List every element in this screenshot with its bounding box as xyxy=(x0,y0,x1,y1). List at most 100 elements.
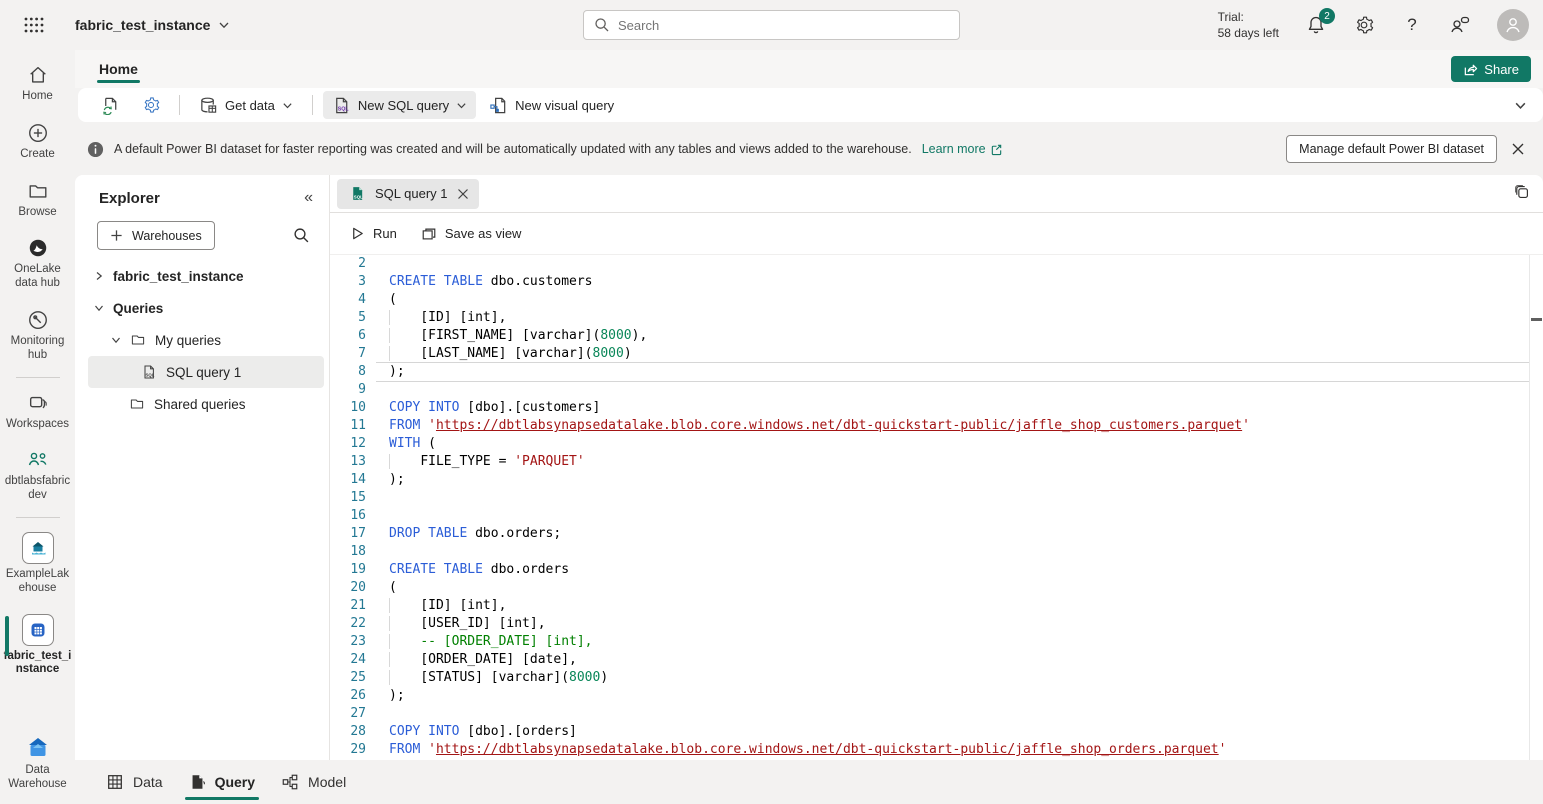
nav-monitoring-hub[interactable]: Monitoring hub xyxy=(2,303,74,369)
waffle-icon xyxy=(24,17,44,33)
code-line[interactable]: 16 xyxy=(330,507,1529,525)
settings-button[interactable] xyxy=(1353,14,1375,36)
code-line[interactable]: 28COPY INTO [dbo].[orders] xyxy=(330,723,1529,741)
code-line[interactable]: 25 [STATUS] [varchar](8000) xyxy=(330,669,1529,687)
trial-status[interactable]: Trial: 58 days left xyxy=(1218,9,1279,41)
help-button[interactable]: ? xyxy=(1401,14,1423,36)
code-line[interactable]: 24 [ORDER_DATE] [date], xyxy=(330,651,1529,669)
line-number: 26 xyxy=(330,687,376,705)
new-sql-query-label: New SQL query xyxy=(358,98,449,113)
run-button[interactable]: Run xyxy=(340,219,407,249)
nav-item-examplelakehouse[interactable]: ExampleLakehouse xyxy=(2,526,74,602)
code-line[interactable]: 8); xyxy=(330,363,1529,381)
close-tab-icon[interactable] xyxy=(457,188,469,200)
manage-default-dataset-button[interactable]: Manage default Power BI dataset xyxy=(1286,135,1497,163)
ribbon-collapse-chevron-icon[interactable] xyxy=(1514,99,1527,112)
code-line[interactable]: 2 xyxy=(330,255,1529,273)
code-line[interactable]: 18 xyxy=(330,543,1529,561)
code-line[interactable]: 7 [LAST_NAME] [varchar](8000) xyxy=(330,345,1529,363)
tree-item-sql-query-1[interactable]: SQL SQL query 1 xyxy=(88,356,324,388)
code-line[interactable]: 4( xyxy=(330,291,1529,309)
global-search[interactable] xyxy=(583,10,960,40)
feedback-button[interactable] xyxy=(1449,14,1471,36)
get-data-button[interactable]: Get data xyxy=(190,91,302,119)
nav-data-warehouse-app[interactable]: Data Warehouse xyxy=(2,730,74,798)
data-warehouse-icon xyxy=(25,736,51,760)
code-line[interactable]: 11FROM 'https://dbtlabsynapsedatalake.bl… xyxy=(330,417,1529,435)
copy-query-button[interactable] xyxy=(1513,183,1531,204)
nav-workspace-dbtlabsfabricdev[interactable]: dbtlabsfabricdev xyxy=(2,443,74,509)
nav-browse-label: Browse xyxy=(18,206,56,220)
home-icon xyxy=(27,64,49,86)
explorer-tree: fabric_test_instance Queries My queries … xyxy=(75,260,329,420)
workspace-switcher[interactable]: fabric_test_instance xyxy=(75,17,230,33)
ribbon-tab-home[interactable]: Home xyxy=(97,55,140,83)
svg-text:SQL: SQL xyxy=(145,372,154,377)
learn-more-link[interactable]: Learn more xyxy=(922,142,1003,156)
code-line[interactable]: 9 xyxy=(330,381,1529,399)
nav-home[interactable]: Home xyxy=(2,58,74,110)
nav-browse[interactable]: Browse xyxy=(2,174,74,226)
tab-sql-query-1[interactable]: SQL SQL query 1 xyxy=(337,179,479,209)
code-line[interactable]: 26); xyxy=(330,687,1529,705)
notifications-button[interactable]: 2 xyxy=(1305,14,1327,36)
chevron-down-icon xyxy=(218,19,230,31)
query-document-icon xyxy=(189,773,206,791)
share-button[interactable]: Share xyxy=(1451,56,1531,82)
code-line[interactable]: 13 FILE_TYPE = 'PARQUET' xyxy=(330,453,1529,471)
warehouses-label: Warehouses xyxy=(132,229,202,243)
save-as-view-button[interactable]: Save as view xyxy=(411,219,532,249)
code-line[interactable]: 5 [ID] [int], xyxy=(330,309,1529,327)
search-input[interactable] xyxy=(618,18,949,33)
plus-icon xyxy=(110,229,123,242)
tab-model[interactable]: Model xyxy=(275,760,352,804)
tree-item-shared-queries[interactable]: Shared queries xyxy=(75,388,329,420)
editor-overview-ruler[interactable] xyxy=(1529,255,1543,760)
nav-onelake-data-hub[interactable]: OneLake data hub xyxy=(2,231,74,297)
banner-message: A default Power BI dataset for faster re… xyxy=(114,142,912,156)
nav-item-fabric-test-instance[interactable]: fabric_test_instance xyxy=(2,608,74,684)
tab-data[interactable]: Data xyxy=(100,760,169,804)
code-line[interactable]: 14); xyxy=(330,471,1529,489)
code-line[interactable]: 10COPY INTO [dbo].[customers] xyxy=(330,399,1529,417)
settings-toolbar-button[interactable] xyxy=(133,91,169,119)
line-number: 14 xyxy=(330,471,376,489)
code-text xyxy=(376,507,1529,525)
code-line[interactable]: 17DROP TABLE dbo.orders; xyxy=(330,525,1529,543)
external-link-icon xyxy=(990,143,1003,156)
new-visual-query-button[interactable]: New visual query xyxy=(480,91,623,119)
tree-item-queries[interactable]: Queries xyxy=(75,292,329,324)
banner-close-button[interactable] xyxy=(1503,134,1533,164)
code-line[interactable]: 27 xyxy=(330,705,1529,723)
feedback-icon xyxy=(1449,15,1471,35)
collapse-explorer-icon[interactable]: « xyxy=(304,189,313,207)
add-warehouses-button[interactable]: Warehouses xyxy=(97,221,215,250)
code-line[interactable]: 15 xyxy=(330,489,1529,507)
tab-query[interactable]: Query xyxy=(183,760,261,804)
code-line[interactable]: 29FROM 'https://dbtlabsynapsedatalake.bl… xyxy=(330,741,1529,759)
code-line[interactable]: 3CREATE TABLE dbo.customers xyxy=(330,273,1529,291)
explorer-search-button[interactable] xyxy=(289,224,313,248)
code-text: ); xyxy=(376,363,1529,381)
app-launcher-icon[interactable] xyxy=(17,8,51,42)
tree-item-my-queries[interactable]: My queries xyxy=(75,324,329,356)
code-line[interactable]: 21 [ID] [int], xyxy=(330,597,1529,615)
nav-workspaces[interactable]: Workspaces xyxy=(2,386,74,438)
code-line[interactable]: 22 [USER_ID] [int], xyxy=(330,615,1529,633)
account-avatar[interactable] xyxy=(1497,9,1529,41)
tree-item-warehouse[interactable]: fabric_test_instance xyxy=(75,260,329,292)
refresh-script-button[interactable] xyxy=(92,91,129,119)
sql-code-editor[interactable]: 23CREATE TABLE dbo.customers4(5 [ID] [in… xyxy=(330,255,1543,760)
new-sql-query-button[interactable]: SQL New SQL query xyxy=(323,91,476,119)
code-line[interactable]: 12WITH ( xyxy=(330,435,1529,453)
nav-create[interactable]: Create xyxy=(2,116,74,168)
code-line[interactable]: 6 [FIRST_NAME] [varchar](8000), xyxy=(330,327,1529,345)
code-line[interactable]: 23 -- [ORDER_DATE] [int], xyxy=(330,633,1529,651)
line-number: 18 xyxy=(330,543,376,561)
close-icon xyxy=(1511,142,1525,156)
code-text: [ORDER_DATE] [date], xyxy=(376,651,1529,669)
code-line[interactable]: 20( xyxy=(330,579,1529,597)
gear-icon xyxy=(1354,15,1374,35)
line-number: 29 xyxy=(330,741,376,759)
code-line[interactable]: 19CREATE TABLE dbo.orders xyxy=(330,561,1529,579)
